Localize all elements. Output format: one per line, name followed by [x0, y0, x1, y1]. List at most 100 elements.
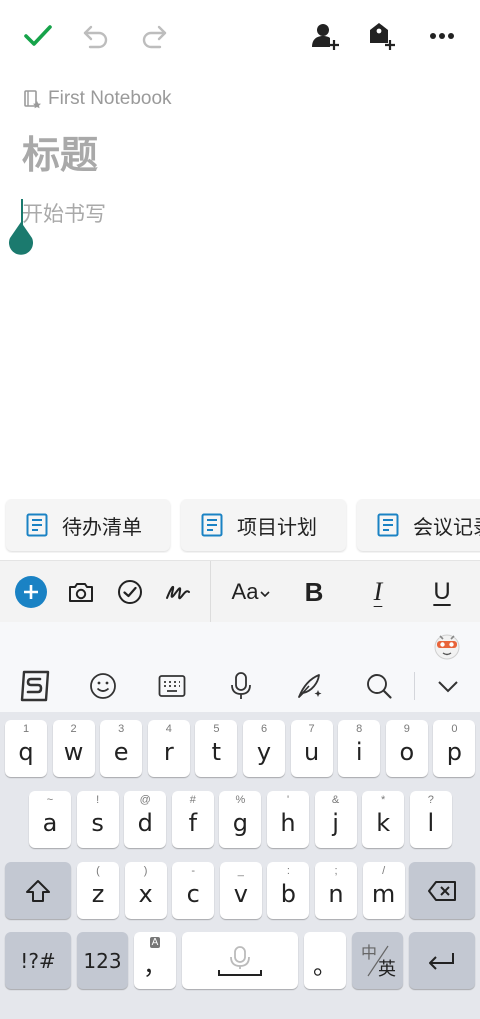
key-primary-label: a: [42, 808, 58, 837]
key-m[interactable]: / m: [362, 862, 405, 919]
key-w[interactable]: 2w: [52, 720, 95, 777]
collapse-keyboard-button[interactable]: [426, 664, 470, 708]
toolbar-divider: [210, 561, 211, 623]
key-secondary-label: (: [96, 865, 100, 877]
template-meeting-notes[interactable]: 会议记录: [357, 499, 480, 551]
cursor-handle[interactable]: [7, 222, 35, 258]
sketch-button[interactable]: [158, 572, 198, 612]
key-t[interactable]: 5t: [195, 720, 238, 777]
key-d[interactable]: @ d: [124, 791, 167, 848]
emoji-button[interactable]: [81, 664, 125, 708]
key-h[interactable]: ' h: [267, 791, 309, 848]
key-z[interactable]: (z: [77, 862, 119, 919]
template-project-plan[interactable]: 项目计划: [181, 499, 346, 551]
key-y[interactable]: 6y: [243, 720, 285, 777]
key-o[interactable]: 9o: [385, 720, 428, 777]
enter-key[interactable]: [409, 932, 475, 989]
key-secondary-label: &: [331, 794, 340, 806]
document-icon: [201, 513, 223, 537]
key-j[interactable]: & j: [314, 791, 357, 848]
shift-key[interactable]: [5, 862, 71, 919]
keyboard-layout-button[interactable]: [150, 664, 194, 708]
chevron-down-icon: [260, 591, 271, 598]
ime-toolbar-divider: [414, 672, 415, 700]
key-primary-label: e: [113, 737, 129, 766]
key-secondary-label: 0: [451, 723, 458, 735]
key-secondary-label: ;: [334, 865, 338, 877]
notebook-selector[interactable]: First Notebook: [22, 86, 172, 112]
add-tag-button[interactable]: [362, 16, 402, 56]
ime-mascot-icon[interactable]: [432, 630, 462, 660]
numbers-key[interactable]: 123: [77, 932, 128, 989]
key-i[interactable]: 8i: [338, 720, 381, 777]
key-secondary-label: :: [286, 865, 290, 877]
check-circle-icon: [118, 580, 142, 604]
key-b[interactable]: :b: [267, 862, 310, 919]
redo-button[interactable]: [134, 16, 174, 56]
key-c[interactable]: -c: [172, 862, 215, 919]
bold-button[interactable]: B: [294, 572, 334, 612]
comma-key[interactable]: A ，: [134, 932, 176, 989]
key-secondary-label: 5: [213, 723, 220, 735]
key-x[interactable]: ) x: [124, 862, 167, 919]
underline-button[interactable]: U: [422, 572, 462, 612]
symbols-key[interactable]: !?#: [5, 932, 71, 989]
key-primary-label: y: [256, 737, 272, 766]
key-a[interactable]: ~ a: [29, 791, 71, 848]
voice-input-button[interactable]: [219, 664, 263, 708]
key-e[interactable]: 3e: [100, 720, 143, 777]
shift-arrow-icon: [26, 879, 50, 902]
period-key[interactable]: 。: [304, 932, 346, 989]
more-dots-icon: [430, 33, 454, 39]
key-v[interactable]: _ v: [219, 862, 262, 919]
camera-button[interactable]: [61, 572, 101, 612]
key-primary-label: i: [355, 737, 363, 766]
sogou-logo-button[interactable]: [13, 664, 57, 708]
keyboard-icon: [158, 675, 186, 697]
key-s[interactable]: ! s: [76, 791, 119, 848]
add-tag-icon: [370, 23, 395, 50]
italic-button[interactable]: I: [358, 572, 398, 612]
key-primary-label: q: [18, 737, 34, 766]
notebook-icon: [24, 90, 41, 109]
font-style-button[interactable]: Aa: [228, 572, 274, 612]
key-secondary-label: @: [139, 794, 151, 806]
key-secondary-label: 1: [22, 723, 30, 735]
template-todo-list[interactable]: 待办清单: [6, 499, 170, 551]
soft-keyboard: 1q2w3e4r5t6y7u8i9o0p ~ a! s @ d # f% g ' h & j * k? l …: [0, 712, 480, 1019]
key-primary-label: u: [303, 737, 320, 766]
key-p[interactable]: 0p: [433, 720, 476, 777]
more-options-button[interactable]: [422, 16, 462, 56]
handwriting-icon: [166, 585, 190, 600]
ime-search-button[interactable]: [357, 664, 401, 708]
key-n[interactable]: ; n: [315, 862, 357, 919]
undo-button[interactable]: [76, 16, 116, 56]
key-primary-label: v: [233, 879, 248, 908]
language-switch-key[interactable]: 中 英: [352, 932, 403, 989]
checklist-button[interactable]: [110, 572, 150, 612]
microphone-icon: [218, 945, 262, 976]
space-key[interactable]: [182, 932, 298, 989]
key-secondary-label: #: [189, 794, 196, 806]
key-secondary-label: 4: [165, 723, 172, 735]
quill-pen-icon: [298, 674, 322, 698]
backspace-key[interactable]: [409, 862, 475, 919]
key-g[interactable]: % g: [219, 791, 262, 848]
key-primary-label: s: [91, 808, 104, 837]
note-title-input[interactable]: 标题: [22, 124, 98, 179]
insert-button[interactable]: [11, 572, 51, 612]
share-add-person-button[interactable]: [306, 16, 346, 56]
done-check-button[interactable]: [18, 16, 58, 56]
key-primary-label: d: [137, 808, 153, 837]
key-k[interactable]: * k: [362, 791, 405, 848]
key-r[interactable]: 4r: [147, 720, 190, 777]
key-secondary-label: 2: [70, 723, 77, 735]
key-f[interactable]: # f: [171, 791, 214, 848]
key-secondary-label: %: [235, 794, 246, 806]
key-secondary-label: !: [96, 794, 100, 806]
key-primary-label: b: [280, 879, 296, 908]
key-u[interactable]: 7u: [290, 720, 333, 777]
handwriting-input-button[interactable]: [288, 664, 332, 708]
key-q[interactable]: 1q: [5, 720, 47, 777]
key-l[interactable]: ? l: [409, 791, 452, 848]
